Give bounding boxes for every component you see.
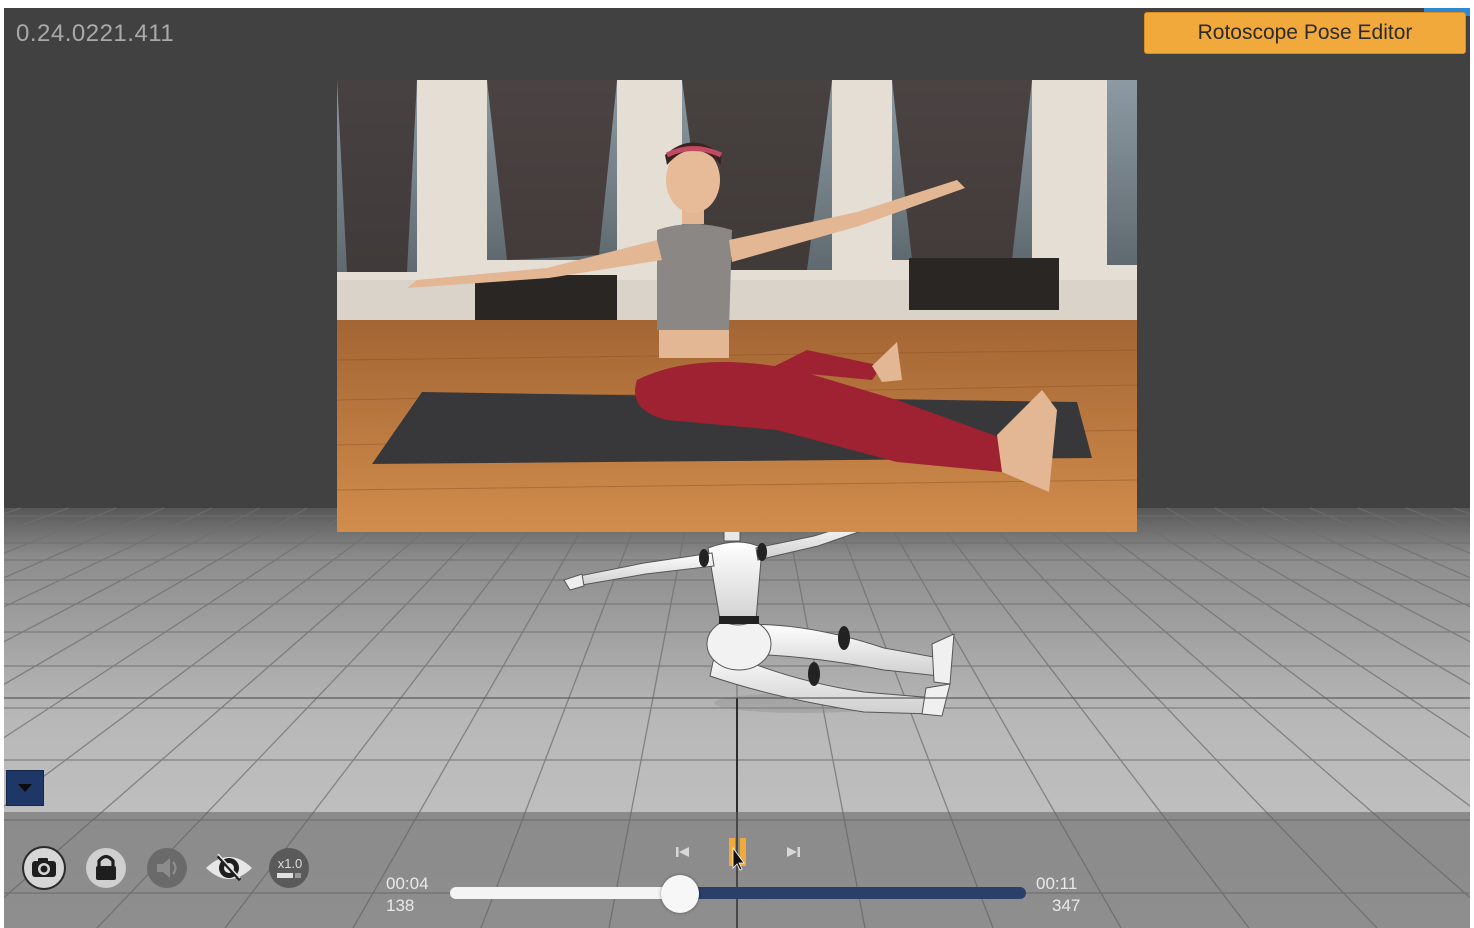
camera-icon — [24, 848, 64, 888]
reference-video[interactable] — [337, 80, 1137, 532]
end-time: 00:11 — [1036, 874, 1078, 893]
version-label: 0.24.0221.411 — [16, 20, 175, 47]
rotoscope-pose-editor-button[interactable]: Rotoscope Pose Editor — [1144, 12, 1466, 54]
timeline-track[interactable] — [680, 887, 1026, 899]
app-window: 0.24.0221.411 Rotoscope Pose Editor x1.0… — [4, 8, 1470, 928]
sound-button[interactable] — [145, 846, 189, 890]
camera-button[interactable] — [22, 846, 66, 890]
playback-speed-button[interactable]: x1.0 — [267, 846, 311, 890]
eye-hidden-icon — [206, 853, 252, 882]
visibility-button[interactable] — [204, 846, 254, 890]
skip-forward-icon[interactable] — [783, 842, 803, 862]
playback-speed-label: x1.0 — [278, 856, 303, 871]
current-frame: 138 — [386, 896, 415, 915]
current-time: 00:04 — [386, 874, 429, 893]
timeline-progress[interactable] — [450, 887, 681, 899]
end-frame: 347 — [1052, 896, 1081, 915]
speaker-icon — [147, 848, 187, 888]
pause-icon[interactable] — [727, 836, 749, 872]
playback-speed-icon: x1.0 — [269, 848, 309, 888]
panel-dropdown-toggle[interactable] — [6, 770, 44, 806]
chevron-down-icon — [18, 784, 32, 792]
lock-button[interactable] — [84, 846, 128, 890]
lock-icon — [86, 848, 126, 888]
skip-back-icon[interactable] — [673, 842, 693, 862]
